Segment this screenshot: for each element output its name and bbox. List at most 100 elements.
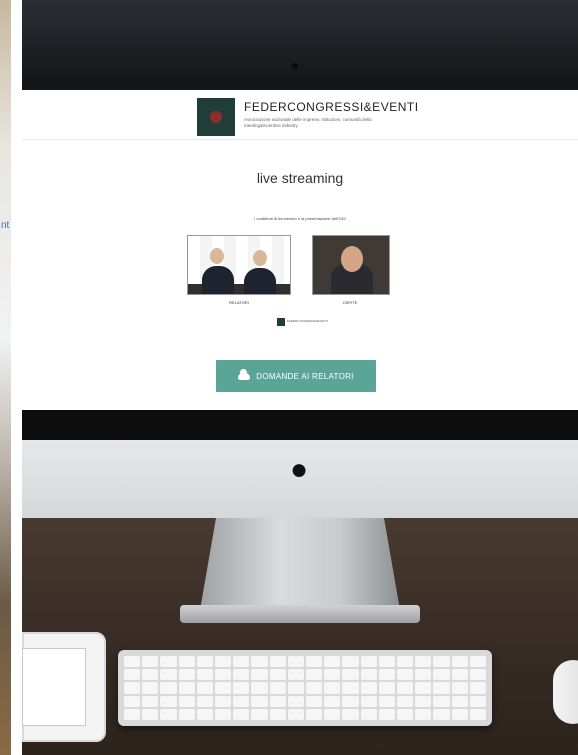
- keyboard-key: [397, 695, 414, 707]
- keyboard-key: [269, 695, 286, 707]
- keyboard-key: [342, 656, 359, 668]
- keyboard-key: [306, 656, 323, 668]
- keyboard-key: [160, 656, 177, 668]
- head-left: [210, 248, 224, 264]
- keyboard-key: [360, 656, 377, 668]
- keyboard-key: [415, 695, 432, 707]
- keyboard-key: [160, 695, 177, 707]
- keyboard-key: [178, 682, 195, 694]
- keyboard-key: [378, 656, 395, 668]
- monitor-stand: [200, 518, 400, 610]
- keyboard-key: [433, 695, 450, 707]
- keyboard-key: [469, 669, 486, 681]
- keyboard-key: [142, 695, 159, 707]
- keyboard-key: [251, 669, 268, 681]
- mouse: [553, 660, 578, 724]
- ask-speakers-button[interactable]: DOMANDE AI RELATORI: [216, 360, 376, 392]
- keyboard-key: [142, 669, 159, 681]
- monitor-bottom-bezel: [22, 410, 578, 440]
- video-thumbnail-relatori[interactable]: [187, 235, 291, 295]
- keyboard-key: [233, 682, 250, 694]
- keyboard-key: [287, 669, 304, 681]
- keyboard-key: [342, 682, 359, 694]
- federcongressi-logo-icon[interactable]: [197, 98, 235, 136]
- keyboard-key: [124, 682, 141, 694]
- ask-speakers-label: DOMANDE AI RELATORI: [256, 371, 354, 381]
- keyboard-key: [451, 656, 468, 668]
- keyboard-key: [433, 669, 450, 681]
- keyboard-key: [215, 708, 232, 720]
- photo-gap: [11, 0, 22, 755]
- keyboard-key: [196, 695, 213, 707]
- keyboard-key: [142, 656, 159, 668]
- keyboard-key: [269, 656, 286, 668]
- keyboard-key: [433, 708, 450, 720]
- keyboard-key: [160, 669, 177, 681]
- keyboard-key: [324, 682, 341, 694]
- camera-icon: [292, 63, 298, 69]
- keyboard-key: [342, 695, 359, 707]
- keyboard-key: [360, 682, 377, 694]
- page-title: live streaming: [256, 170, 344, 186]
- keyboard-key: [360, 708, 377, 720]
- keyboard-key: [324, 669, 341, 681]
- intro-text: I contributi di benvenuto e la presentaz…: [254, 216, 346, 221]
- keyboard-key: [233, 656, 250, 668]
- keyboard-key: [269, 669, 286, 681]
- keyboard-key: [397, 708, 414, 720]
- keyboard-key: [196, 669, 213, 681]
- keyboard-key: [397, 682, 414, 694]
- keyboard-key: [287, 708, 304, 720]
- site-header: FEDERCONGRESSI&EVENTI Associazione nazio…: [22, 90, 578, 140]
- monitor-stand-base: [180, 605, 420, 623]
- keyboard-key: [215, 695, 232, 707]
- keyboard-key: [233, 669, 250, 681]
- apple-logo-icon: ●: [289, 453, 309, 486]
- keyboard-key: [324, 656, 341, 668]
- keyboard-key: [451, 682, 468, 694]
- keyboard-key: [360, 695, 377, 707]
- keyboard-key: [469, 656, 486, 668]
- monitor-top-bezel: [22, 0, 578, 90]
- keyboard-key: [378, 695, 395, 707]
- keyboard-key: [306, 669, 323, 681]
- keyboard-key: [324, 695, 341, 707]
- keyboard-key: [251, 682, 268, 694]
- keyboard-key: [451, 695, 468, 707]
- video-thumbnail-ospite[interactable]: [312, 235, 390, 295]
- keyboard-key: [215, 656, 232, 668]
- keyboard-key: [469, 682, 486, 694]
- keyboard: [118, 650, 492, 726]
- small-logo-icon: [277, 318, 285, 326]
- keyboard-key: [160, 682, 177, 694]
- keyboard-key: [196, 656, 213, 668]
- keyboard-key: [397, 656, 414, 668]
- keyboard-key: [360, 669, 377, 681]
- keyboard-key: [251, 695, 268, 707]
- keyboard-key: [160, 708, 177, 720]
- keyboard-key: [433, 656, 450, 668]
- keyboard-key: [215, 682, 232, 694]
- keyboard-key: [251, 656, 268, 668]
- cloud-icon: [238, 368, 251, 380]
- keyboard-key: [287, 656, 304, 668]
- keyboard-key: [124, 708, 141, 720]
- keyboard-key: [342, 669, 359, 681]
- keyboard-key: [269, 708, 286, 720]
- keyboard-key: [415, 669, 432, 681]
- keyboard-key: [269, 682, 286, 694]
- head-guest: [341, 246, 363, 272]
- keyboard-key: [306, 695, 323, 707]
- tablet-screen: [22, 648, 86, 726]
- keyboard-key: [196, 708, 213, 720]
- left-edge-text: nt: [1, 220, 10, 231]
- keyboard-key: [469, 695, 486, 707]
- keyboard-key: [178, 669, 195, 681]
- keyboard-key: [215, 669, 232, 681]
- keyboard-key: [287, 695, 304, 707]
- head-right: [253, 250, 267, 266]
- keyboard-key: [433, 682, 450, 694]
- keyboard-key: [233, 708, 250, 720]
- keyboard-key: [196, 682, 213, 694]
- keyboard-key: [306, 682, 323, 694]
